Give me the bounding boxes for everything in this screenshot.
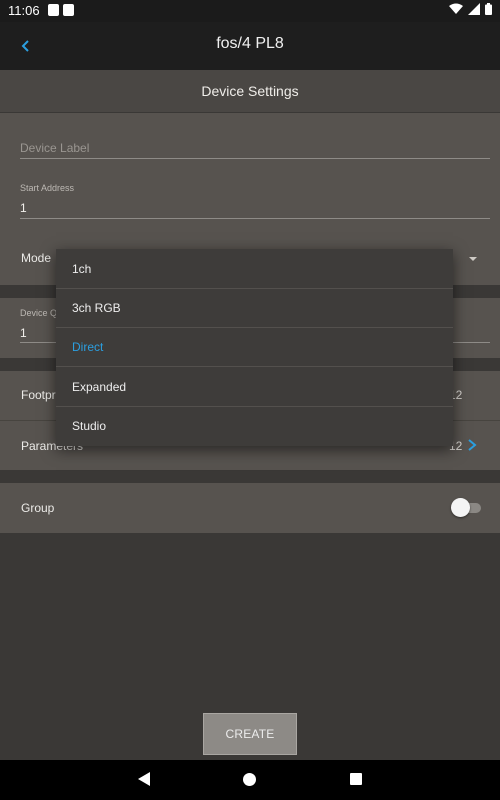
create-button[interactable]: CREATE — [203, 713, 297, 755]
page-title: fos/4 PL8 — [216, 35, 284, 52]
start-address-label: Start Address — [20, 183, 75, 193]
toggle-thumb — [451, 498, 470, 517]
device-quantity-label: Device Q — [20, 308, 58, 318]
device-label-underline — [20, 158, 490, 159]
start-address-value: 1 — [20, 201, 27, 215]
chevron-right-icon[interactable] — [466, 437, 478, 453]
wifi-icon — [449, 3, 463, 14]
status-bar: 11:06 — [0, 0, 500, 22]
group-toggle[interactable] — [451, 498, 481, 518]
start-address-field[interactable]: Start Address 1 — [20, 183, 490, 219]
status-time: 11:06 — [8, 3, 40, 18]
start-address-underline — [20, 218, 490, 219]
mode-dropdown-menu: 1ch 3ch RGB Direct Expanded Studio — [56, 249, 453, 446]
app-notification-icon — [48, 4, 59, 16]
sd-card-icon — [63, 4, 74, 16]
system-navigation-bar — [0, 760, 500, 800]
triangle-back-icon[interactable] — [138, 772, 150, 786]
group-label: Group — [21, 501, 55, 515]
menu-item-studio[interactable]: Studio — [56, 406, 453, 446]
circle-home-icon[interactable] — [243, 773, 256, 786]
menu-item-1ch[interactable]: 1ch — [56, 249, 453, 289]
battery-icon — [485, 3, 492, 15]
signal-icon — [468, 3, 480, 15]
square-recents-icon[interactable] — [350, 773, 362, 785]
device-label-field[interactable]: Device Label — [20, 113, 490, 159]
menu-item-direct[interactable]: Direct — [56, 327, 453, 367]
menu-item-expanded[interactable]: Expanded — [56, 367, 453, 407]
section-header-device-settings: Device Settings — [0, 70, 500, 112]
system-icons — [449, 3, 492, 15]
menu-item-3ch-rgb[interactable]: 3ch RGB — [56, 288, 453, 328]
mode-label: Mode — [21, 251, 52, 265]
app-bar: fos/4 PL8 — [0, 22, 500, 70]
notification-icons — [48, 4, 74, 16]
caret-down-icon[interactable] — [469, 257, 477, 261]
footprint-label: Footpri — [21, 388, 59, 402]
device-label-placeholder: Device Label — [20, 141, 90, 155]
group-panel: Group — [0, 483, 500, 533]
device-quantity-value: 1 — [20, 326, 27, 340]
